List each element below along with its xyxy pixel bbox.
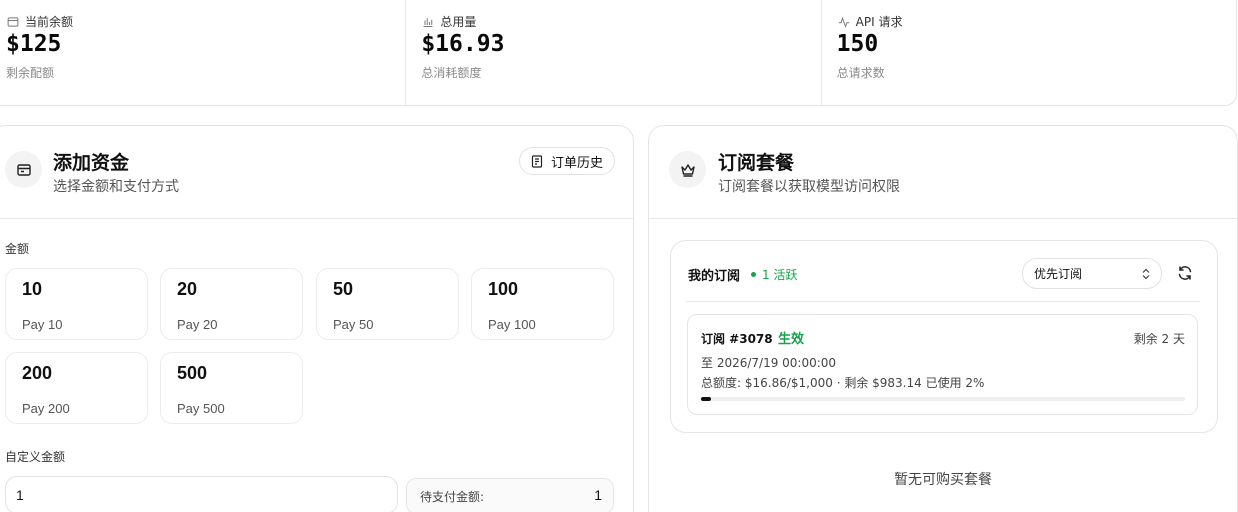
amount-value: 10 [22,279,43,299]
subscription-quota: 总额度: $16.86/$1,000 · 剩余 $983.14 已使用 2% [701,376,985,390]
add-funds-card: 添加资金 选择金额和支付方式 订单历史 金额 10 Pay 10 20 Pay … [0,125,634,512]
stat-requests: API 请求 150 总请求数 [820,0,1236,105]
amount-option-100[interactable]: 100 Pay 100 [471,268,614,340]
subscription-card: 订阅套餐 订阅套餐以获取模型访问权限 我的订阅 1 活跃 优先订阅 订阅 #30… [648,125,1238,512]
my-subscriptions-title: 我的订阅 [688,269,741,284]
amount-value: 500 [177,363,208,383]
stats-row: 当前余额 $125 剩余配额 总用量 $16.93 总消耗额度 API 请求 1… [0,0,1237,106]
activity-icon [838,16,849,28]
subscription-remaining-days: 剩余 2 天 [1133,332,1185,346]
custom-amount-label: 自定义金额 [5,450,66,464]
stat-balance-header: 当前余额 [7,13,73,30]
stat-balance-value: $125 [6,31,62,57]
pending-amount-box: 待支付金额: 1 [406,478,614,512]
stat-usage-value: $16.93 [421,31,505,57]
receipt-icon [531,154,543,168]
subscription-status-badge: 生效 [778,332,805,347]
my-subscriptions-panel: 我的订阅 1 活跃 优先订阅 订阅 #3078 生效 剩余 2 天 至 2026… [670,240,1218,433]
stat-usage-sub: 总消耗额度 [421,66,482,80]
add-funds-subtitle: 选择金额和支付方式 [53,179,179,195]
subscription-subtitle: 订阅套餐以获取模型访问权限 [718,179,900,195]
subscription-expiry: 至 2026/7/19 00:00:00 [701,356,837,370]
add-funds-title: 添加资金 [53,152,130,174]
subscription-id: 订阅 #3078 [701,332,773,346]
stat-usage: 总用量 $16.93 总消耗额度 [405,0,820,105]
amount-value: 100 [488,279,519,299]
crown-icon [680,163,695,177]
amount-label: 金额 [5,242,30,256]
amount-option-500[interactable]: 500 Pay 500 [160,352,303,424]
stat-usage-label: 总用量 [440,15,477,29]
amount-option-10[interactable]: 10 Pay 10 [5,268,148,340]
stat-requests-header: API 请求 [838,13,903,30]
refresh-button[interactable] [1175,263,1195,283]
refresh-icon [1178,266,1192,280]
add-funds-icon-wrap [5,151,42,188]
amount-value: 50 [333,279,354,299]
chevron-up-down-icon [1142,268,1150,280]
subscription-icon-wrap [669,151,706,188]
amount-value: 200 [22,363,53,383]
subscription-item: 订阅 #3078 生效 剩余 2 天 至 2026/7/19 00:00:00 … [687,314,1198,415]
pending-amount-value: 1 [594,487,602,503]
bar-chart-icon [423,17,433,27]
active-badge: 1 活跃 [751,266,797,283]
amount-option-200[interactable]: 200 Pay 200 [5,352,148,424]
stat-requests-value: 150 [836,31,879,57]
amount-pay: Pay 20 [177,317,218,332]
stat-requests-sub: 总请求数 [836,66,885,80]
stat-balance: 当前余额 $125 剩余配额 [0,0,405,105]
amount-pay: Pay 10 [22,317,63,332]
order-history-label: 订单历史 [550,155,603,171]
amount-option-50[interactable]: 50 Pay 50 [316,268,459,340]
amount-pay: Pay 50 [333,317,374,332]
my-subscriptions-divider [686,301,1200,302]
amount-pay: Pay 100 [488,317,536,332]
stat-requests-label: API 请求 [855,15,903,29]
wallet-icon [16,163,31,176]
subscription-divider [649,218,1237,219]
stat-usage-header: 总用量 [422,13,476,30]
priority-select-value: 优先订阅 [1034,267,1083,281]
subscription-usage-bar [701,397,1185,401]
add-funds-divider [0,218,633,219]
pending-amount-label: 待支付金额: [420,490,485,504]
active-badge-label: 1 活跃 [762,268,798,282]
amount-option-20[interactable]: 20 Pay 20 [160,268,303,340]
subscription-usage-fill [701,397,711,401]
wallet-icon [7,16,19,27]
order-history-button[interactable]: 订单历史 [519,147,615,175]
subscription-title: 订阅套餐 [718,152,795,174]
priority-select[interactable]: 优先订阅 [1022,258,1162,289]
amount-value: 20 [177,279,198,299]
stat-balance-label: 当前余额 [25,15,74,29]
stat-balance-sub: 剩余配额 [6,66,55,80]
no-plans-message: 暂无可购买套餐 [894,472,992,488]
amount-pay: Pay 500 [177,401,225,416]
amount-pay: Pay 200 [22,401,70,416]
active-dot-icon [751,272,756,277]
custom-amount-input[interactable] [5,476,398,512]
